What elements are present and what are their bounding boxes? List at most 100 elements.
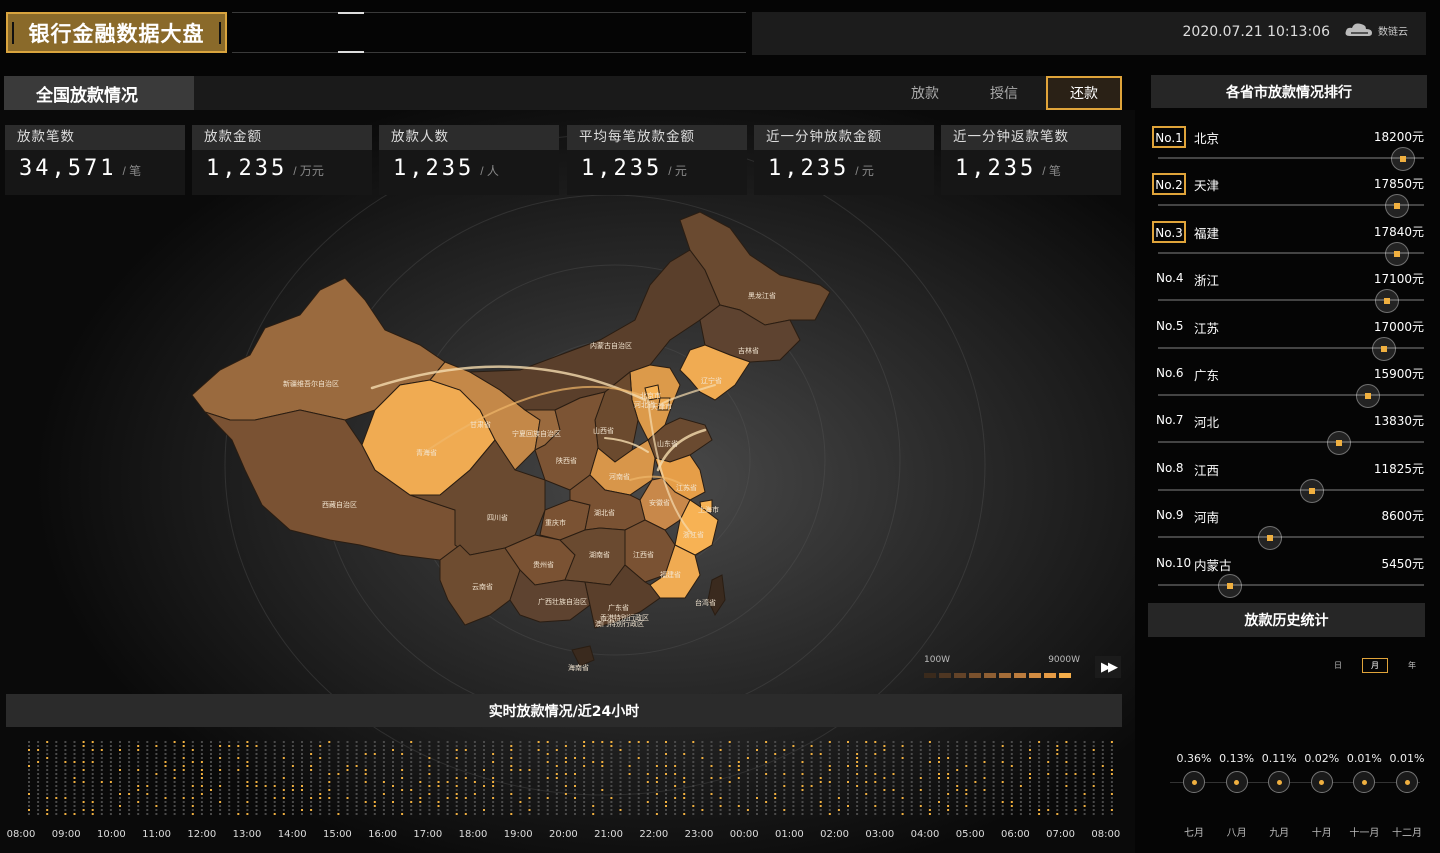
realtime-dot [519, 797, 522, 799]
history-point-marker[interactable] [1310, 771, 1333, 793]
realtime-dot [819, 809, 822, 811]
period-tab-month[interactable]: 月 [1362, 658, 1388, 673]
realtime-dot [346, 785, 349, 787]
realtime-dot [910, 745, 913, 747]
realtime-dot [956, 765, 959, 767]
realtime-dot [655, 761, 658, 763]
realtime-dot [719, 797, 722, 799]
realtime-dot [337, 793, 340, 795]
time-axis-label: 22:00 [639, 829, 669, 840]
realtime-dot [282, 761, 285, 763]
time-axis-label: 16:00 [368, 829, 397, 840]
legend-color-swatch [939, 673, 951, 678]
realtime-dot [119, 761, 121, 763]
realtime-dot [701, 785, 704, 787]
realtime-dot [992, 781, 995, 783]
realtime-dot [346, 793, 349, 795]
history-point-marker[interactable] [1396, 771, 1418, 793]
realtime-dot [728, 749, 731, 751]
fast-forward-button[interactable]: ▶▶ [1095, 656, 1121, 678]
history-point-marker[interactable] [1183, 771, 1205, 793]
realtime-dot [455, 809, 458, 811]
ranking-row[interactable]: No.9 河南 8600元 [1152, 503, 1428, 551]
realtime-dot [537, 761, 540, 763]
realtime-dot [164, 809, 167, 811]
history-point-marker[interactable] [1268, 771, 1291, 793]
tab-credit[interactable]: 授信 [967, 76, 1041, 110]
province-hainan[interactable] [571, 645, 595, 667]
realtime-dot [792, 773, 795, 775]
realtime-dot [810, 769, 813, 771]
tab-repayment[interactable]: 还款 [1046, 76, 1122, 110]
realtime-dot [692, 785, 695, 787]
realtime-dot [610, 741, 613, 743]
realtime-dot [355, 757, 358, 759]
realtime-dot [210, 781, 212, 783]
realtime-dot [237, 753, 240, 755]
realtime-dot [446, 793, 449, 795]
realtime-dot [464, 757, 467, 759]
realtime-dot [219, 757, 222, 759]
realtime-dot [310, 805, 313, 807]
ranking-row[interactable]: No.6 广东 15900元 [1152, 361, 1428, 408]
realtime-dot [965, 741, 968, 743]
realtime-dot [619, 781, 622, 783]
ranking-row[interactable]: No.7 河北 13830元 [1152, 408, 1428, 456]
history-point-marker[interactable] [1353, 771, 1376, 793]
history-point-marker[interactable] [1225, 771, 1248, 793]
realtime-dot [1038, 753, 1041, 755]
realtime-dot [228, 785, 231, 787]
realtime-dot [282, 753, 285, 755]
ranking-row[interactable]: No.1 北京 18200元 [1152, 124, 1428, 171]
realtime-dot [574, 769, 576, 771]
ranking-row[interactable]: No.10 内蒙古 5450元 [1152, 551, 1428, 598]
realtime-dot [601, 777, 604, 779]
realtime-dot [947, 749, 950, 751]
china-loan-map[interactable]: 新疆维吾尔自治区 西藏自治区 青海省 甘肃省 内蒙古自治区 黑龙江省 吉林省 辽… [150, 200, 870, 680]
realtime-dot [473, 749, 476, 751]
realtime-dot [892, 749, 895, 751]
ranking-row[interactable]: No.5 江苏 17000元 [1152, 314, 1428, 361]
realtime-dot [655, 753, 658, 755]
realtime-dot [628, 757, 631, 759]
realtime-dot [610, 777, 613, 779]
province-taiwan[interactable] [707, 574, 726, 617]
realtime-dot [956, 769, 959, 771]
realtime-dot [528, 801, 531, 803]
tab-loan[interactable]: 放款 [888, 76, 962, 110]
realtime-dot [364, 809, 367, 811]
period-tab-year[interactable]: 年 [1399, 658, 1425, 673]
period-tab-day[interactable]: 日 [1325, 658, 1351, 673]
realtime-dot [146, 805, 149, 807]
realtime-dot [583, 769, 586, 771]
realtime-dot [938, 805, 940, 807]
realtime-dot [492, 745, 495, 747]
rank-number: No.3 [1152, 220, 1186, 243]
realtime-dot [273, 777, 276, 779]
realtime-dot [819, 793, 822, 795]
realtime-dot [264, 805, 267, 807]
ranking-row[interactable]: No.4 浙江 17100元 [1152, 266, 1428, 314]
realtime-dot [710, 761, 713, 763]
ranking-row[interactable]: No.8 江西 11825元 [1152, 456, 1428, 503]
realtime-dot [928, 797, 931, 799]
ranking-row[interactable]: No.3 福建 17840元 [1152, 219, 1428, 266]
realtime-dot [119, 813, 121, 815]
realtime-dot [683, 801, 686, 803]
realtime-dot [665, 793, 667, 795]
realtime-dot [1101, 769, 1104, 771]
realtime-dot [173, 813, 176, 815]
map-label: 台湾省 [695, 598, 716, 607]
realtime-dot [237, 781, 240, 783]
realtime-dot [446, 757, 449, 759]
realtime-dot [665, 801, 667, 803]
realtime-dot [737, 781, 740, 783]
realtime-dot [974, 801, 977, 803]
realtime-dot [637, 757, 640, 759]
realtime-dot [483, 781, 485, 783]
ranking-row[interactable]: No.2 天津 17850元 [1152, 171, 1428, 219]
realtime-dot [437, 781, 440, 783]
realtime-dot [109, 745, 112, 747]
realtime-dot [346, 765, 349, 767]
realtime-dot [537, 757, 540, 759]
